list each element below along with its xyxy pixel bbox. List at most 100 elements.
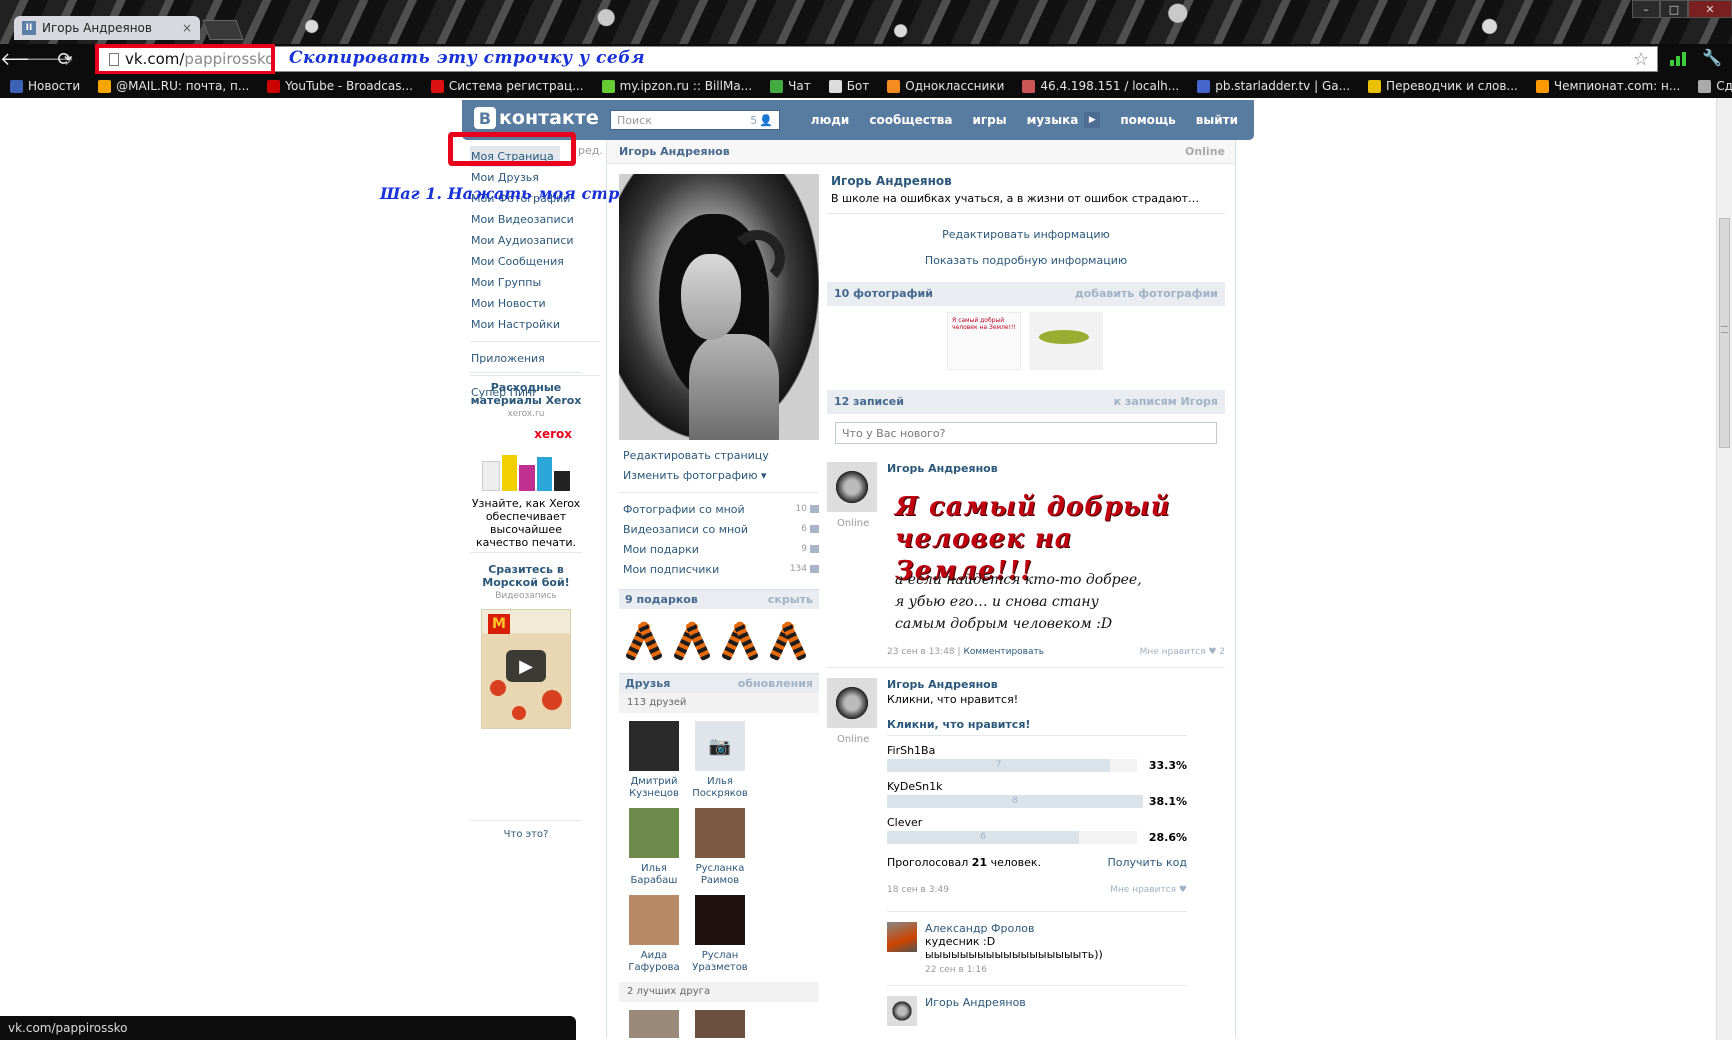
wrench-icon[interactable]: 🔧 [1702, 48, 1722, 67]
nav-games[interactable]: игры [973, 113, 1007, 127]
wall-post-input[interactable]: Что у Вас нового? [835, 422, 1217, 444]
st-george-ribbon-icon[interactable] [673, 619, 711, 663]
counter-gifts[interactable]: Мои подарки 9 [619, 539, 819, 559]
to-wall-link[interactable]: к записям Игоря [1114, 390, 1218, 414]
photo-thumb[interactable] [1029, 312, 1103, 370]
comment-avatar[interactable] [887, 996, 917, 1026]
friend-avatar[interactable] [629, 721, 679, 771]
profile-status[interactable]: В школе на ошибках учаться, а в жизни от… [831, 192, 1225, 205]
friend-name[interactable]: Руслан Уразметов [687, 950, 753, 974]
post-image[interactable]: Я самый добрый человек на Земле!!! а если… [887, 481, 1217, 641]
bookmark-item[interactable]: Новости [10, 79, 80, 93]
gifts-hide-link[interactable]: скрыть [768, 590, 813, 609]
bookmark-item[interactable]: Переводчик и слов... [1368, 79, 1518, 93]
st-george-ribbon-icon[interactable] [625, 619, 663, 663]
friends-updates-link[interactable]: обновления [738, 674, 813, 693]
friend-card[interactable]: Николай [621, 1010, 687, 1038]
menu-my-videos[interactable]: Мои Видеозаписи [470, 209, 606, 230]
friend-card[interactable]: Дмитрий Кузнецов [621, 721, 687, 800]
friend-card[interactable]: Русланка [687, 1010, 753, 1038]
menu-my-settings[interactable]: Мои Настройки [470, 314, 606, 335]
bookmark-item[interactable]: Сдохни, Джон Таке... [1698, 79, 1732, 93]
minimize-icon[interactable]: – [1632, 0, 1660, 18]
reload-icon[interactable]: ⟳ [52, 49, 78, 70]
friend-avatar[interactable] [629, 895, 679, 945]
menu-apps[interactable]: Приложения [470, 348, 606, 369]
back-arrow-icon[interactable]: 🡐 [0, 49, 48, 70]
nav-help[interactable]: помощь [1120, 113, 1175, 127]
nav-music[interactable]: музыка [1027, 113, 1079, 127]
new-tab-button[interactable] [202, 20, 244, 40]
maximize-icon[interactable]: □ [1660, 0, 1688, 18]
menu-my-news[interactable]: Мои Новости [470, 293, 606, 314]
friend-avatar[interactable]: 📷 [695, 721, 745, 771]
comment-author[interactable]: Игорь Андреянов [925, 996, 1187, 1009]
signal-bars-icon[interactable] [1670, 48, 1686, 66]
like-button[interactable]: Мне нравится ♥ [1110, 885, 1187, 895]
bookmark-item[interactable]: Система регистрац... [430, 79, 584, 93]
ad-game[interactable]: Сразитесь в Морской бой! Видеозапись M ▶ [470, 552, 582, 729]
friend-name[interactable]: Дмитрий Кузнецов [621, 776, 687, 800]
search-input[interactable]: Поиск 5 👤 [610, 110, 780, 130]
friend-card[interactable]: Руслан Уразметов [687, 895, 753, 974]
scrollbar-thumb[interactable] [1719, 218, 1730, 448]
photo-thumb[interactable]: Я самый добрый человек на Земле!!! [947, 312, 1021, 370]
post-author[interactable]: Игорь Андреянов [887, 462, 1225, 475]
bookmark-item[interactable]: Одноклассники [887, 79, 1004, 93]
poll-option[interactable]: Clever 6 28.6% [887, 816, 1187, 844]
get-code-link[interactable]: Получить код [1107, 856, 1187, 869]
post-author[interactable]: Игорь Андреянов [887, 678, 1187, 691]
friend-name[interactable]: Илья Барабаш [621, 863, 687, 887]
vk-logo[interactable]: В контакте [474, 107, 599, 129]
post-avatar[interactable] [827, 678, 877, 728]
nav-people[interactable]: люди [811, 113, 850, 127]
page-scrollbar[interactable] [1716, 98, 1732, 1040]
add-photos-link[interactable]: добавить фотографии [1075, 282, 1218, 306]
ad-xerox[interactable]: Расходные материалы Xerox xerox.ru xerox… [470, 372, 582, 549]
browser-tab[interactable]: II Игорь Андреянов × [14, 16, 200, 40]
ad-xerox-title[interactable]: Расходные материалы Xerox [470, 381, 582, 407]
bookmark-item[interactable]: Бот [828, 79, 869, 93]
bookmark-item[interactable]: pb.starladder.tv | Ga... [1197, 79, 1350, 93]
address-bar[interactable]: vk.com/pappirossko Скопировать эту строч… [95, 44, 1658, 75]
edit-page-link[interactable]: Редактировать страницу [619, 446, 819, 466]
like-button[interactable]: Мне нравится ♥ 2 [1140, 647, 1225, 657]
ads-what-is-link[interactable]: Что это? [470, 820, 582, 840]
counter-followers[interactable]: Мои подписчики 134 [619, 559, 819, 579]
profile-photo[interactable] [619, 174, 819, 440]
friend-card[interactable]: Русланка Раимов [687, 808, 753, 887]
counter-photos[interactable]: Фотографии со мной 10 [619, 499, 819, 519]
friend-card[interactable]: 📷 Илья Поскряков [687, 721, 753, 800]
friend-avatar[interactable] [695, 1010, 745, 1038]
friend-avatar[interactable] [629, 808, 679, 858]
friend-name[interactable]: Илья Поскряков [687, 776, 753, 800]
comment-avatar[interactable] [887, 922, 917, 952]
menu-my-audio[interactable]: Мои Аудиозаписи [470, 230, 606, 251]
friend-card[interactable]: Аида Гафурова [621, 895, 687, 974]
nav-communities[interactable]: сообщества [869, 113, 952, 127]
counter-videos[interactable]: Видеозаписи со мной 6 [619, 519, 819, 539]
bookmark-item[interactable]: Чат [770, 79, 811, 93]
comment-date[interactable]: 22 сен в 1:16 [925, 965, 1187, 975]
bookmark-item[interactable]: 46.4.198.151 / localh... [1022, 79, 1179, 93]
ad-game-video-thumb[interactable]: M ▶ [481, 609, 571, 729]
st-george-ribbon-icon[interactable] [721, 619, 759, 663]
friend-avatar[interactable] [695, 895, 745, 945]
poll-option[interactable]: KyDeSn1k 8 38.1% [887, 780, 1187, 808]
friend-name[interactable]: Русланка Раимов [687, 863, 753, 887]
forward-arrow-icon[interactable]: 🡒 [26, 49, 74, 70]
bookmark-star-icon[interactable]: ☆ [1633, 49, 1649, 70]
tab-close-icon[interactable]: × [182, 21, 192, 35]
poll-option[interactable]: FirSh1Ba 7 33.3% [887, 744, 1187, 772]
comment-author[interactable]: Александр Фролов [925, 922, 1187, 935]
music-play-icon[interactable]: ▶ [1084, 112, 1101, 128]
bookmark-item[interactable]: @MAIL.RU: почта, п... [98, 79, 249, 93]
window-close-icon[interactable]: ✕ [1688, 0, 1732, 18]
ad-xerox-image[interactable]: xerox [480, 427, 572, 491]
friend-card[interactable]: Илья Барабаш [621, 808, 687, 887]
friend-name[interactable]: Аида Гафурова [621, 950, 687, 974]
bookmark-item[interactable]: Чемпионат.com: н... [1535, 79, 1680, 93]
st-george-ribbon-icon[interactable] [769, 619, 807, 663]
ad-game-title[interactable]: Сразитесь в Морской бой! [470, 563, 582, 589]
nav-logout[interactable]: выйти [1196, 113, 1238, 127]
